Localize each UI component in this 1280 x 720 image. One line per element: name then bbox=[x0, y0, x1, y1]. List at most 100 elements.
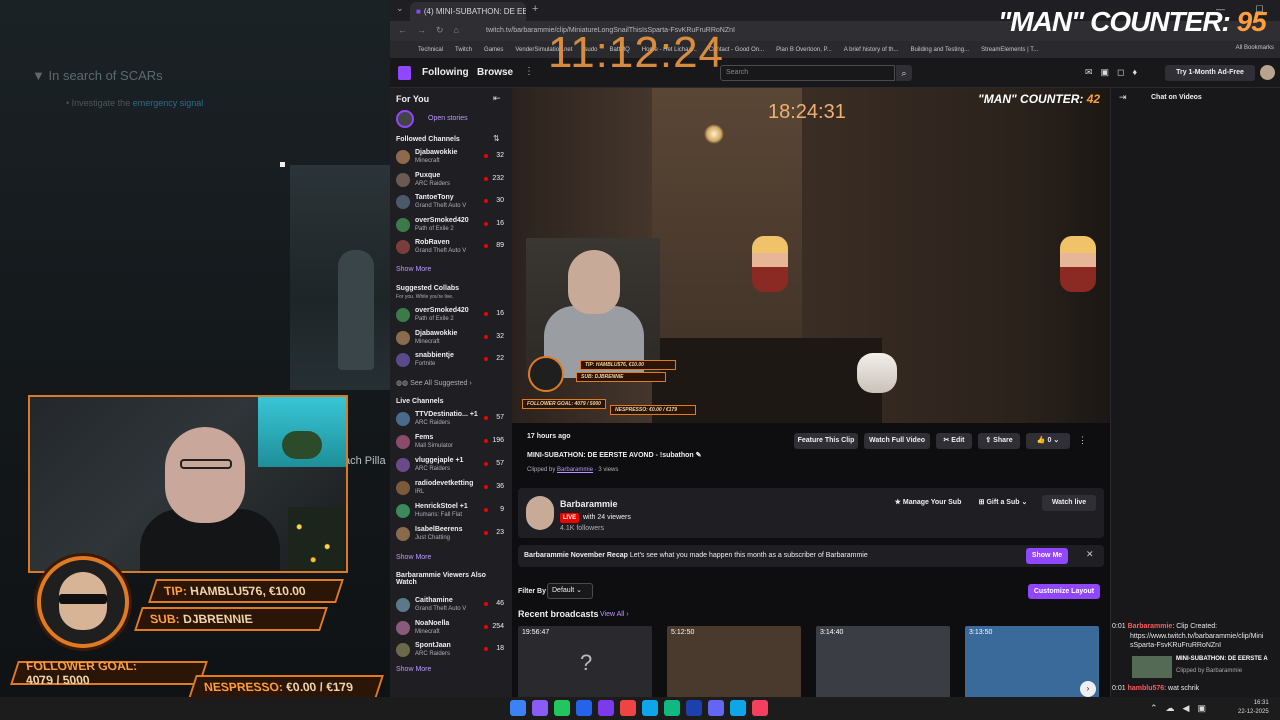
sidebar-channel[interactable]: Caithamine Grand Theft Auto V 46 bbox=[396, 596, 508, 616]
bookmark-item[interactable]: Twitch bbox=[455, 47, 472, 53]
show-me-button[interactable]: Show Me bbox=[1026, 548, 1068, 564]
broadcast-thumbnail[interactable]: 5:12:50 bbox=[667, 626, 801, 697]
taskbar-app-icon[interactable] bbox=[686, 700, 702, 716]
chat-clip-thumbnail bbox=[1132, 656, 1172, 678]
christmas-tree bbox=[288, 507, 344, 571]
bookmark-item[interactable]: A brief history of th... bbox=[844, 47, 899, 53]
live-dot-icon bbox=[484, 154, 488, 158]
taskbar-clock[interactable]: 16:31 22-12-2025 bbox=[1238, 699, 1269, 717]
taskbar-app-icon[interactable] bbox=[576, 700, 592, 716]
bookmark-item[interactable]: Plan B Overtoon, P... bbox=[776, 47, 832, 53]
nav-browse[interactable]: Browse bbox=[477, 67, 513, 78]
edit-title-icon[interactable]: ✎ bbox=[696, 452, 702, 459]
close-icon[interactable]: ✕ bbox=[1086, 549, 1094, 560]
bookmark-item[interactable]: Building and Testing... bbox=[910, 47, 969, 53]
sidebar-channel[interactable]: Puxque ARC Raiders 232 bbox=[396, 171, 508, 191]
sidebar-channel[interactable]: radiodevetketting IRL 36 bbox=[396, 479, 508, 499]
customize-layout-button[interactable]: Customize Layout bbox=[1028, 584, 1100, 599]
sidebar-channel[interactable]: overSmoked420 Path of Exile 2 16 bbox=[396, 306, 508, 326]
manage-sub-button[interactable]: ★ Manage Your Sub bbox=[886, 495, 970, 511]
sidebar-channel[interactable]: TantoeTony Grand Theft Auto V 30 bbox=[396, 193, 508, 213]
sidebar-channel[interactable]: RobRaven Grand Theft Auto V 89 bbox=[396, 238, 508, 258]
channel-game: Just Chatting bbox=[415, 535, 451, 541]
broadcast-duration: 19:56:47 bbox=[522, 629, 550, 636]
like-button[interactable]: 👍 0 ⌄ bbox=[1026, 433, 1070, 449]
broadcast-thumbnail[interactable]: 3:14:40 bbox=[816, 626, 950, 697]
show-more-link[interactable]: Show More bbox=[396, 266, 431, 273]
user-avatar[interactable] bbox=[1260, 65, 1275, 80]
taskbar-app-icon[interactable] bbox=[642, 700, 658, 716]
watch-full-video-button[interactable]: Watch Full Video bbox=[864, 433, 930, 449]
channel-viewers: 46 bbox=[496, 600, 504, 607]
twitch-top-nav: Following Browse ⋮ Search ⌕ ✉▣◻♦ Try 1-M… bbox=[390, 58, 1280, 88]
nav-buttons[interactable]: ←→↻⌂ bbox=[398, 25, 469, 36]
clip-credit: Clipped by Barbarammie · 3 views bbox=[527, 467, 619, 473]
sidebar-channel[interactable]: HenrickStoel +1 Humans: Fall Flat 9 bbox=[396, 502, 508, 522]
share-button[interactable]: ⇪ Share bbox=[978, 433, 1020, 449]
taskbar-app-icon[interactable] bbox=[708, 700, 724, 716]
edit-button[interactable]: ✂ Edit bbox=[936, 433, 972, 449]
feature-clip-button[interactable]: Feature This Clip bbox=[794, 433, 858, 449]
collapse-sidebar-icon[interactable]: ⇤ bbox=[493, 93, 501, 104]
twitch-logo-icon[interactable] bbox=[398, 66, 411, 80]
channel-name[interactable]: Barbarammie bbox=[560, 499, 618, 509]
streamer-glasses bbox=[180, 459, 232, 469]
taskbar-app-icon[interactable] bbox=[554, 700, 570, 716]
avatar-sunglasses bbox=[59, 594, 107, 604]
browser-tab[interactable]: ■ (4) MINI-SUBATHON: DE EE bbox=[410, 2, 526, 21]
show-more-link[interactable]: Show More bbox=[396, 666, 431, 673]
next-arrow-icon[interactable]: › bbox=[1080, 681, 1096, 697]
open-stories[interactable]: Open stories bbox=[396, 110, 508, 128]
sidebar-channel[interactable]: overSmoked420 Path of Exile 2 16 bbox=[396, 216, 508, 236]
filter-select[interactable]: Default ⌄ bbox=[547, 583, 593, 599]
channel-avatar[interactable] bbox=[526, 496, 554, 530]
video-timer: 18:24:31 bbox=[768, 101, 846, 123]
sidebar-channel[interactable]: snabbientje Fortnite 22 bbox=[396, 351, 508, 371]
nav-following[interactable]: Following bbox=[422, 67, 469, 78]
taskbar-app-icon[interactable] bbox=[620, 700, 636, 716]
system-tray-icons[interactable]: ⌃☁◀▣ bbox=[1150, 703, 1214, 714]
gift-sub-button[interactable]: ⊞ Gift a Sub ⌄ bbox=[972, 495, 1034, 511]
see-all-suggested[interactable]: ◍◍ See All Suggested › bbox=[396, 379, 472, 387]
nav-notification-icons[interactable]: ✉▣◻♦ bbox=[1085, 67, 1145, 78]
broadcast-thumbnail[interactable]: 19:56:47? bbox=[518, 626, 652, 697]
sidebar-channel[interactable]: IsabelBeerens Just Chatting 23 bbox=[396, 525, 508, 545]
taskbar-app-icon[interactable] bbox=[598, 700, 614, 716]
taskbar-app-icon[interactable] bbox=[510, 700, 526, 716]
sidebar-channel[interactable]: Djabawokkie Minecraft 32 bbox=[396, 148, 508, 168]
taskbar-app-icon[interactable] bbox=[730, 700, 746, 716]
clip-video-player[interactable]: 18:24:31 "MAN" COUNTER: 42 TIP: HAMBLU57… bbox=[512, 88, 1110, 423]
tab-search-icon[interactable]: ⌄ bbox=[396, 3, 404, 14]
sidebar-channel[interactable]: TTVDestinatio... +1 ARC Raiders 57 bbox=[396, 410, 508, 430]
sort-icon[interactable]: ⇅ bbox=[493, 134, 500, 143]
more-menu-icon[interactable]: ⋮ bbox=[524, 66, 534, 77]
channel-avatar bbox=[396, 481, 410, 495]
taskbar-app-icon[interactable] bbox=[664, 700, 680, 716]
search-input[interactable]: Search bbox=[720, 65, 895, 81]
all-bookmarks[interactable]: All Bookmarks bbox=[1236, 45, 1274, 51]
search-icon[interactable]: ⌕ bbox=[896, 65, 912, 81]
taskbar-app-icon[interactable] bbox=[532, 700, 548, 716]
sidebar-channel[interactable]: vluggejaple +1 ARC Raiders 57 bbox=[396, 456, 508, 476]
view-all-link[interactable]: View All › bbox=[600, 611, 629, 618]
sidebar-channel[interactable]: Fems Mall Simulator 196 bbox=[396, 433, 508, 453]
clipper-link[interactable]: Barbarammie bbox=[557, 467, 593, 473]
bookmark-item[interactable]: Games bbox=[484, 47, 503, 53]
show-more-link[interactable]: Show More bbox=[396, 554, 431, 561]
more-options-icon[interactable]: ⋮ bbox=[1078, 435, 1087, 446]
expand-chat-icon[interactable]: ⇥ bbox=[1119, 92, 1127, 103]
taskbar-app-icon[interactable] bbox=[752, 700, 768, 716]
watch-live-button[interactable]: Watch live bbox=[1042, 495, 1096, 511]
bookmark-item[interactable]: Technical bbox=[418, 47, 443, 53]
recent-broadcasts-heading: Recent broadcasts bbox=[518, 609, 599, 619]
channel-name: NoaNoella bbox=[415, 619, 450, 627]
adfree-button[interactable]: Try 1-Month Ad-Free bbox=[1165, 65, 1255, 81]
recap-text: Barbarammie November Recap Let's see wha… bbox=[524, 552, 868, 559]
new-tab-button[interactable]: + bbox=[532, 3, 538, 15]
channel-name: TantoeTony bbox=[415, 194, 454, 201]
sidebar-channel[interactable]: NoaNoella Minecraft 254 bbox=[396, 619, 508, 639]
broadcast-thumbnail[interactable]: 3:13:50 bbox=[965, 626, 1099, 697]
sidebar-channel[interactable]: SpontJaan ARC Raiders 18 bbox=[396, 641, 508, 661]
bookmark-item[interactable]: StreamElements | T... bbox=[981, 47, 1038, 53]
sidebar-channel[interactable]: Djabawokkie Minecraft 32 bbox=[396, 329, 508, 349]
